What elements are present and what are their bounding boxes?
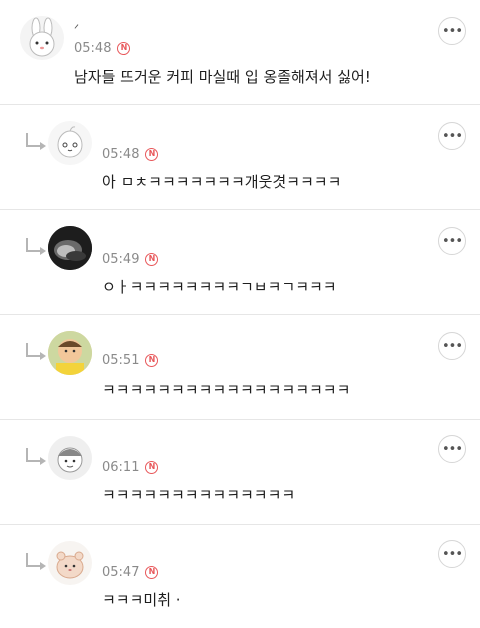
comment-text: ㅋㅋㅋㅋㅋㅋㅋㅋㅋㅋㅋㅋㅋㅋㅋㅋㅋㅋ	[102, 381, 351, 399]
comment-text: 남자들 뜨거운 커피 마실때 입 옹졸해져서 싫어!	[74, 68, 371, 86]
username[interactable]: ᐟ	[74, 22, 79, 36]
reply-arrow-icon	[26, 553, 46, 570]
peach-character-avatar-icon[interactable]	[48, 121, 92, 165]
timestamp: 06:11	[102, 460, 140, 475]
comment-text: 아 ㅁㅊㅋㅋㅋㅋㅋㅋㅋ개웃겻ㅋㅋㅋㅋ	[102, 173, 342, 191]
more-options-button[interactable]: •••	[438, 332, 466, 360]
comment-time: 05:51 N	[102, 353, 159, 368]
reply-arrow-icon	[26, 343, 46, 360]
reply-item: 05:51 N ㅋㅋㅋㅋㅋㅋㅋㅋㅋㅋㅋㅋㅋㅋㅋㅋㅋㅋ •••	[0, 315, 480, 420]
more-icon: •••	[441, 546, 463, 562]
more-icon: •••	[441, 23, 463, 39]
more-options-button[interactable]: •••	[438, 122, 466, 150]
comment-text: ㅋㅋㅋ미취 ·	[102, 591, 181, 609]
new-badge: N	[145, 461, 159, 474]
reply-item: 05:47 N ㅋㅋㅋ미취 · •••	[0, 525, 480, 628]
comment-time: 05:48 N	[102, 147, 159, 162]
cartoon-girl-avatar-icon[interactable]	[48, 436, 92, 480]
new-badge: N	[145, 354, 159, 367]
reply-item: 06:11 N ㅋㅋㅋㅋㅋㅋㅋㅋㅋㅋㅋㅋㅋㅋ •••	[0, 420, 480, 525]
reply-arrow-icon	[26, 448, 46, 465]
more-options-button[interactable]: •••	[438, 227, 466, 255]
reply-arrow-icon	[26, 133, 46, 150]
more-icon: •••	[441, 338, 463, 354]
new-badge: N	[145, 253, 159, 266]
comment-text: ㅇㅏㅋㅋㅋㅋㅋㅋㅋㅋㄱㅂㅋㄱㅋㅋㅋ	[102, 278, 337, 296]
comment-item: ᐟ 05:48 N 남자들 뜨거운 커피 마실때 입 옹졸해져서 싫어! •••	[0, 0, 480, 105]
child-photo-avatar-icon[interactable]	[48, 331, 92, 375]
comment-text: ㅋㅋㅋㅋㅋㅋㅋㅋㅋㅋㅋㅋㅋㅋ	[102, 486, 296, 504]
more-icon: •••	[441, 128, 463, 144]
timestamp: 05:48	[74, 41, 112, 56]
reply-item: 05:49 N ㅇㅏㅋㅋㅋㅋㅋㅋㅋㅋㄱㅂㅋㄱㅋㅋㅋ •••	[0, 210, 480, 315]
dark-photo-avatar-icon[interactable]	[48, 226, 92, 270]
timestamp: 05:47	[102, 565, 140, 580]
more-icon: •••	[441, 441, 463, 457]
comment-thread: ᐟ 05:48 N 남자들 뜨거운 커피 마실때 입 옹졸해져서 싫어! •••…	[0, 0, 480, 628]
new-badge: N	[117, 42, 131, 55]
comment-time: 05:48 N	[74, 41, 131, 56]
new-badge: N	[145, 148, 159, 161]
comment-time: 05:49 N	[102, 252, 159, 267]
more-options-button[interactable]: •••	[438, 17, 466, 45]
reply-arrow-icon	[26, 238, 46, 255]
timestamp: 05:51	[102, 353, 140, 368]
more-icon: •••	[441, 233, 463, 249]
more-options-button[interactable]: •••	[438, 435, 466, 463]
timestamp: 05:48	[102, 147, 140, 162]
comment-time: 06:11 N	[102, 460, 159, 475]
rabbit-avatar-icon[interactable]	[20, 16, 64, 60]
comment-time: 05:47 N	[102, 565, 159, 580]
reply-item: 05:48 N 아 ㅁㅊㅋㅋㅋㅋㅋㅋㅋ개웃겻ㅋㅋㅋㅋ •••	[0, 105, 480, 210]
new-badge: N	[145, 566, 159, 579]
timestamp: 05:49	[102, 252, 140, 267]
hamster-avatar-icon[interactable]	[48, 541, 92, 585]
more-options-button[interactable]: •••	[438, 540, 466, 568]
